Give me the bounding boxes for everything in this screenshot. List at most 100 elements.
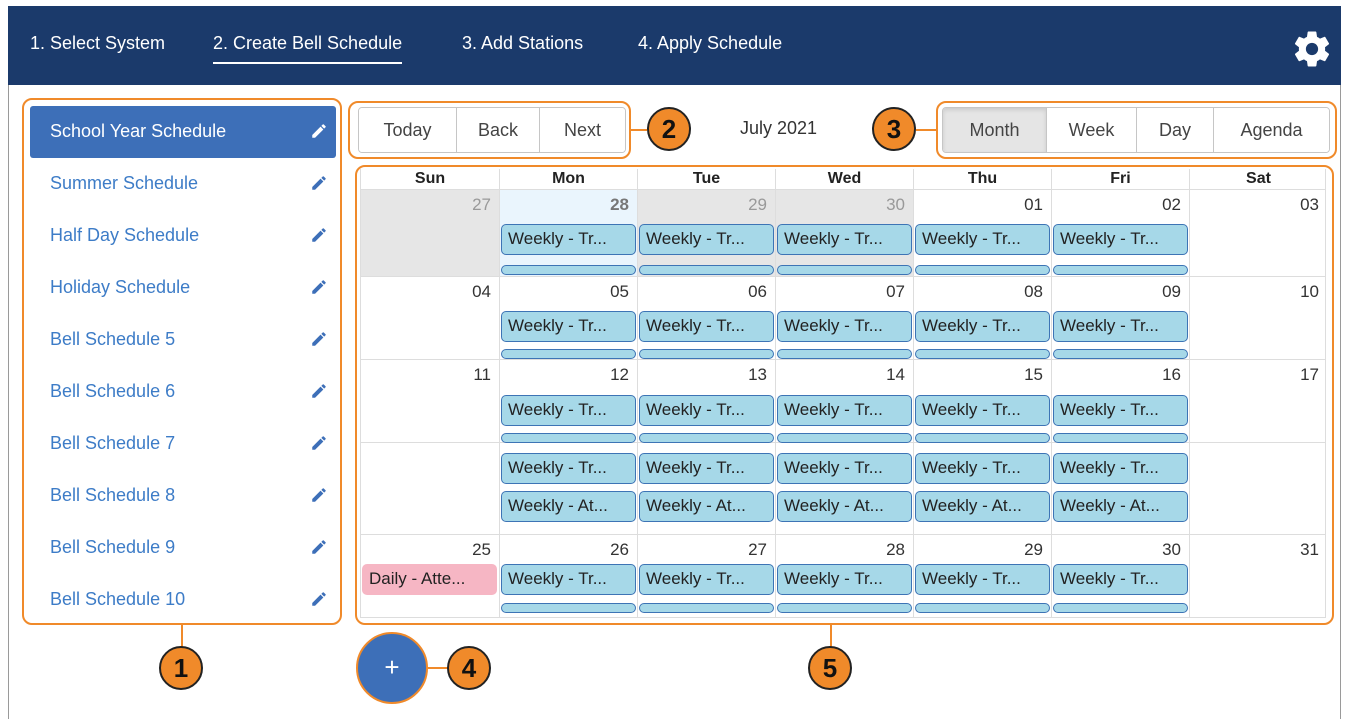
calendar-day-cell[interactable]: Weekly - Tr... Weekly - At...	[499, 443, 637, 534]
calendar-event[interactable]: Weekly - Tr...	[639, 311, 774, 342]
calendar-event[interactable]	[777, 603, 912, 613]
calendar-event[interactable]	[639, 349, 774, 359]
schedule-item-holiday[interactable]: Holiday Schedule	[30, 262, 336, 314]
calendar-day-cell[interactable]: 02 Weekly - Tr...	[1051, 190, 1189, 276]
calendar-day-cell[interactable]: 04	[361, 277, 499, 359]
calendar-day-cell[interactable]: 11	[361, 360, 499, 442]
gear-icon[interactable]	[1291, 28, 1333, 70]
calendar-event[interactable]	[639, 265, 774, 275]
calendar-day-cell[interactable]: 28 Weekly - Tr...	[775, 535, 913, 617]
calendar-event[interactable]	[777, 349, 912, 359]
calendar-day-cell[interactable]: 03	[1189, 190, 1325, 276]
calendar-day-cell[interactable]: 05 Weekly - Tr...	[499, 277, 637, 359]
calendar-day-cell[interactable]: 13 Weekly - Tr...	[637, 360, 775, 443]
calendar-day-cell[interactable]: Weekly - Tr... Weekly - At...	[1051, 443, 1189, 534]
calendar-event[interactable]: Weekly - Tr...	[1053, 453, 1188, 484]
calendar-event[interactable]: Weekly - Tr...	[639, 395, 774, 426]
pencil-icon[interactable]	[310, 434, 328, 452]
calendar-event[interactable]: Weekly - At...	[501, 491, 636, 522]
calendar-day-cell[interactable]: 30 Weekly - Tr...	[1051, 535, 1189, 617]
calendar-event[interactable]	[1053, 349, 1188, 359]
pencil-icon[interactable]	[310, 330, 328, 348]
calendar-day-cell[interactable]: 27	[361, 190, 499, 276]
calendar-day-cell[interactable]: 27 Weekly - Tr...	[637, 535, 775, 617]
calendar-event[interactable]	[915, 349, 1050, 359]
calendar-day-cell[interactable]: Weekly - Tr... Weekly - At...	[913, 443, 1051, 534]
calendar-event[interactable]: Weekly - Tr...	[639, 224, 774, 255]
calendar-day-cell[interactable]: 17	[1189, 360, 1325, 442]
today-button[interactable]: Today	[359, 108, 457, 152]
calendar-day-cell[interactable]: 14 Weekly - Tr...	[775, 360, 913, 443]
nav-tab-create-bell-schedule[interactable]: 2. Create Bell Schedule	[213, 33, 403, 64]
calendar-day-cell[interactable]: 08 Weekly - Tr...	[913, 277, 1051, 359]
calendar-event[interactable]: Weekly - Tr...	[915, 395, 1050, 426]
calendar-day-cell[interactable]: 26 Weekly - Tr...	[499, 535, 637, 617]
nav-tab-select-system[interactable]: 1. Select System	[30, 33, 165, 54]
calendar-event[interactable]	[777, 265, 912, 275]
schedule-item-bell-6[interactable]: Bell Schedule 6	[30, 366, 336, 418]
calendar-event[interactable]: Weekly - Tr...	[639, 453, 774, 484]
calendar-day-cell[interactable]	[1189, 443, 1325, 534]
calendar-event[interactable]: Weekly - Tr...	[1053, 395, 1188, 426]
calendar-event[interactable]: Weekly - Tr...	[501, 395, 636, 426]
calendar-day-cell[interactable]: Weekly - Tr... Weekly - At...	[637, 443, 775, 534]
pencil-icon[interactable]	[310, 538, 328, 556]
calendar-day-cell[interactable]: 30 Weekly - Tr...	[775, 190, 913, 276]
calendar-day-cell[interactable]: 09 Weekly - Tr...	[1051, 277, 1189, 359]
calendar-event[interactable]	[1053, 603, 1188, 613]
calendar-day-cell[interactable]: 29 Weekly - Tr...	[913, 535, 1051, 617]
calendar-day-cell[interactable]: 28 Weekly - Tr...	[499, 190, 637, 276]
add-schedule-button[interactable]: +	[356, 632, 428, 704]
calendar-event[interactable]	[501, 349, 636, 359]
next-button[interactable]: Next	[540, 108, 625, 152]
schedule-item-bell-10[interactable]: Bell Schedule 10	[30, 574, 336, 626]
calendar-day-cell[interactable]: 07 Weekly - Tr...	[775, 277, 913, 359]
calendar-event[interactable]	[777, 433, 912, 443]
calendar-day-cell[interactable]: 29 Weekly - Tr...	[637, 190, 775, 276]
calendar-event[interactable]	[915, 603, 1050, 613]
schedule-item-half-day[interactable]: Half Day Schedule	[30, 210, 336, 262]
calendar-event[interactable]: Weekly - At...	[639, 491, 774, 522]
calendar-event[interactable]	[1053, 433, 1188, 443]
view-week-button[interactable]: Week	[1047, 108, 1137, 152]
schedule-item-bell-7[interactable]: Bell Schedule 7	[30, 418, 336, 470]
pencil-icon[interactable]	[310, 226, 328, 244]
calendar-event[interactable]: Weekly - Tr...	[915, 453, 1050, 484]
calendar-event[interactable]	[501, 603, 636, 613]
calendar-event[interactable]	[501, 265, 636, 275]
calendar-event[interactable]	[501, 433, 636, 443]
calendar-event[interactable]: Weekly - Tr...	[777, 564, 912, 595]
calendar-event[interactable]: Weekly - At...	[915, 491, 1050, 522]
calendar-event[interactable]: Weekly - Tr...	[501, 564, 636, 595]
back-button[interactable]: Back	[457, 108, 540, 152]
calendar-day-cell[interactable]: Weekly - Tr... Weekly - At...	[775, 443, 913, 534]
calendar-event[interactable]: Weekly - Tr...	[915, 311, 1050, 342]
schedule-item-summer[interactable]: Summer Schedule	[30, 158, 336, 210]
view-month-button[interactable]: Month	[943, 108, 1047, 152]
calendar-day-cell[interactable]: 12 Weekly - Tr...	[499, 360, 637, 443]
calendar-event[interactable]: Weekly - Tr...	[1053, 224, 1188, 255]
calendar-day-cell[interactable]: 16 Weekly - Tr...	[1051, 360, 1189, 443]
calendar-event[interactable]	[639, 433, 774, 443]
calendar-event[interactable]: Daily - Atte...	[362, 564, 497, 595]
view-agenda-button[interactable]: Agenda	[1214, 108, 1329, 152]
schedule-item-bell-8[interactable]: Bell Schedule 8	[30, 470, 336, 522]
pencil-icon[interactable]	[310, 278, 328, 296]
calendar-event[interactable]: Weekly - At...	[1053, 491, 1188, 522]
calendar-event[interactable]: Weekly - Tr...	[915, 564, 1050, 595]
pencil-icon[interactable]	[310, 174, 328, 192]
pencil-icon[interactable]	[310, 590, 328, 608]
calendar-event[interactable]: Weekly - Tr...	[915, 224, 1050, 255]
schedule-item-bell-5[interactable]: Bell Schedule 5	[30, 314, 336, 366]
calendar-event[interactable]: Weekly - Tr...	[501, 224, 636, 255]
calendar-day-cell[interactable]: 25 Daily - Atte...	[361, 535, 499, 617]
nav-tab-add-stations[interactable]: 3. Add Stations	[462, 33, 583, 54]
calendar-event[interactable]	[1053, 265, 1188, 275]
pencil-icon[interactable]	[310, 486, 328, 504]
calendar-event[interactable]	[639, 603, 774, 613]
pencil-icon[interactable]	[310, 382, 328, 400]
calendar-event[interactable]: Weekly - Tr...	[777, 224, 912, 255]
calendar-event[interactable]: Weekly - Tr...	[501, 311, 636, 342]
calendar-event[interactable]: Weekly - Tr...	[777, 395, 912, 426]
calendar-event[interactable]	[915, 433, 1050, 443]
